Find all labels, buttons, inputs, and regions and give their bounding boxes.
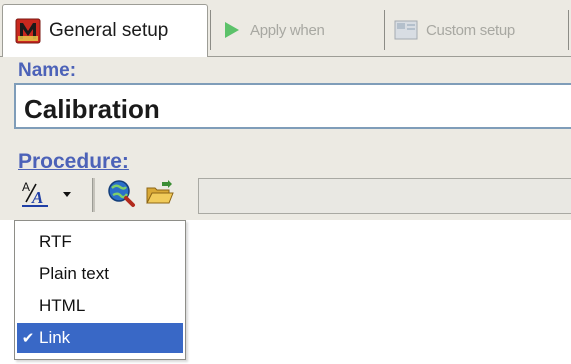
play-icon — [220, 19, 242, 41]
toolbar-divider — [92, 178, 95, 212]
tab-apply-when[interactable]: Apply when — [214, 4, 382, 56]
format-menu-item-plain-text[interactable]: Plain text — [17, 259, 183, 289]
format-menu-item-html[interactable]: HTML — [17, 291, 183, 321]
svg-text:A: A — [22, 180, 30, 194]
tab-general-setup[interactable]: General setup — [2, 4, 208, 57]
name-label: Name: — [18, 60, 77, 81]
tab-label: Apply when — [250, 21, 325, 39]
menu-item-label: HTML — [39, 296, 86, 315]
tab-divider — [384, 10, 385, 50]
format-menu-item-rtf[interactable]: RTF — [17, 227, 183, 257]
procedure-toolbar: A A — [10, 176, 571, 216]
tab-divider — [568, 10, 569, 50]
tab-custom-setup[interactable]: Custom setup — [388, 4, 568, 56]
dropdown-arrow-icon — [61, 186, 73, 204]
open-folder-icon — [144, 178, 174, 213]
name-input[interactable] — [14, 83, 571, 129]
tab-label: General setup — [49, 20, 169, 41]
link-path-field[interactable] — [198, 178, 571, 214]
format-menu-item-link[interactable]: ✔ Link — [17, 323, 183, 353]
menu-item-label: Plain text — [39, 264, 109, 283]
tab-strip: General setup Apply when Custom setup — [0, 0, 571, 57]
menu-item-label: RTF — [39, 232, 72, 251]
browse-web-button[interactable] — [104, 178, 138, 212]
text-format-button[interactable]: A A — [16, 178, 54, 212]
open-folder-button[interactable] — [142, 178, 176, 212]
tab-divider — [210, 10, 211, 50]
text-format-icon: A A — [20, 178, 50, 213]
check-icon: ✔ — [21, 330, 35, 347]
format-dropdown-button[interactable] — [54, 178, 80, 212]
tab-label: Custom setup — [426, 21, 515, 39]
globe-search-icon — [106, 178, 136, 213]
custom-setup-icon — [394, 19, 418, 41]
svg-text:A: A — [31, 188, 43, 207]
procedure-label[interactable]: Procedure: — [18, 150, 129, 174]
format-menu: RTF Plain text HTML ✔ Link — [14, 220, 186, 360]
menu-item-label: Link — [39, 328, 71, 347]
m-logo-icon — [15, 18, 41, 44]
